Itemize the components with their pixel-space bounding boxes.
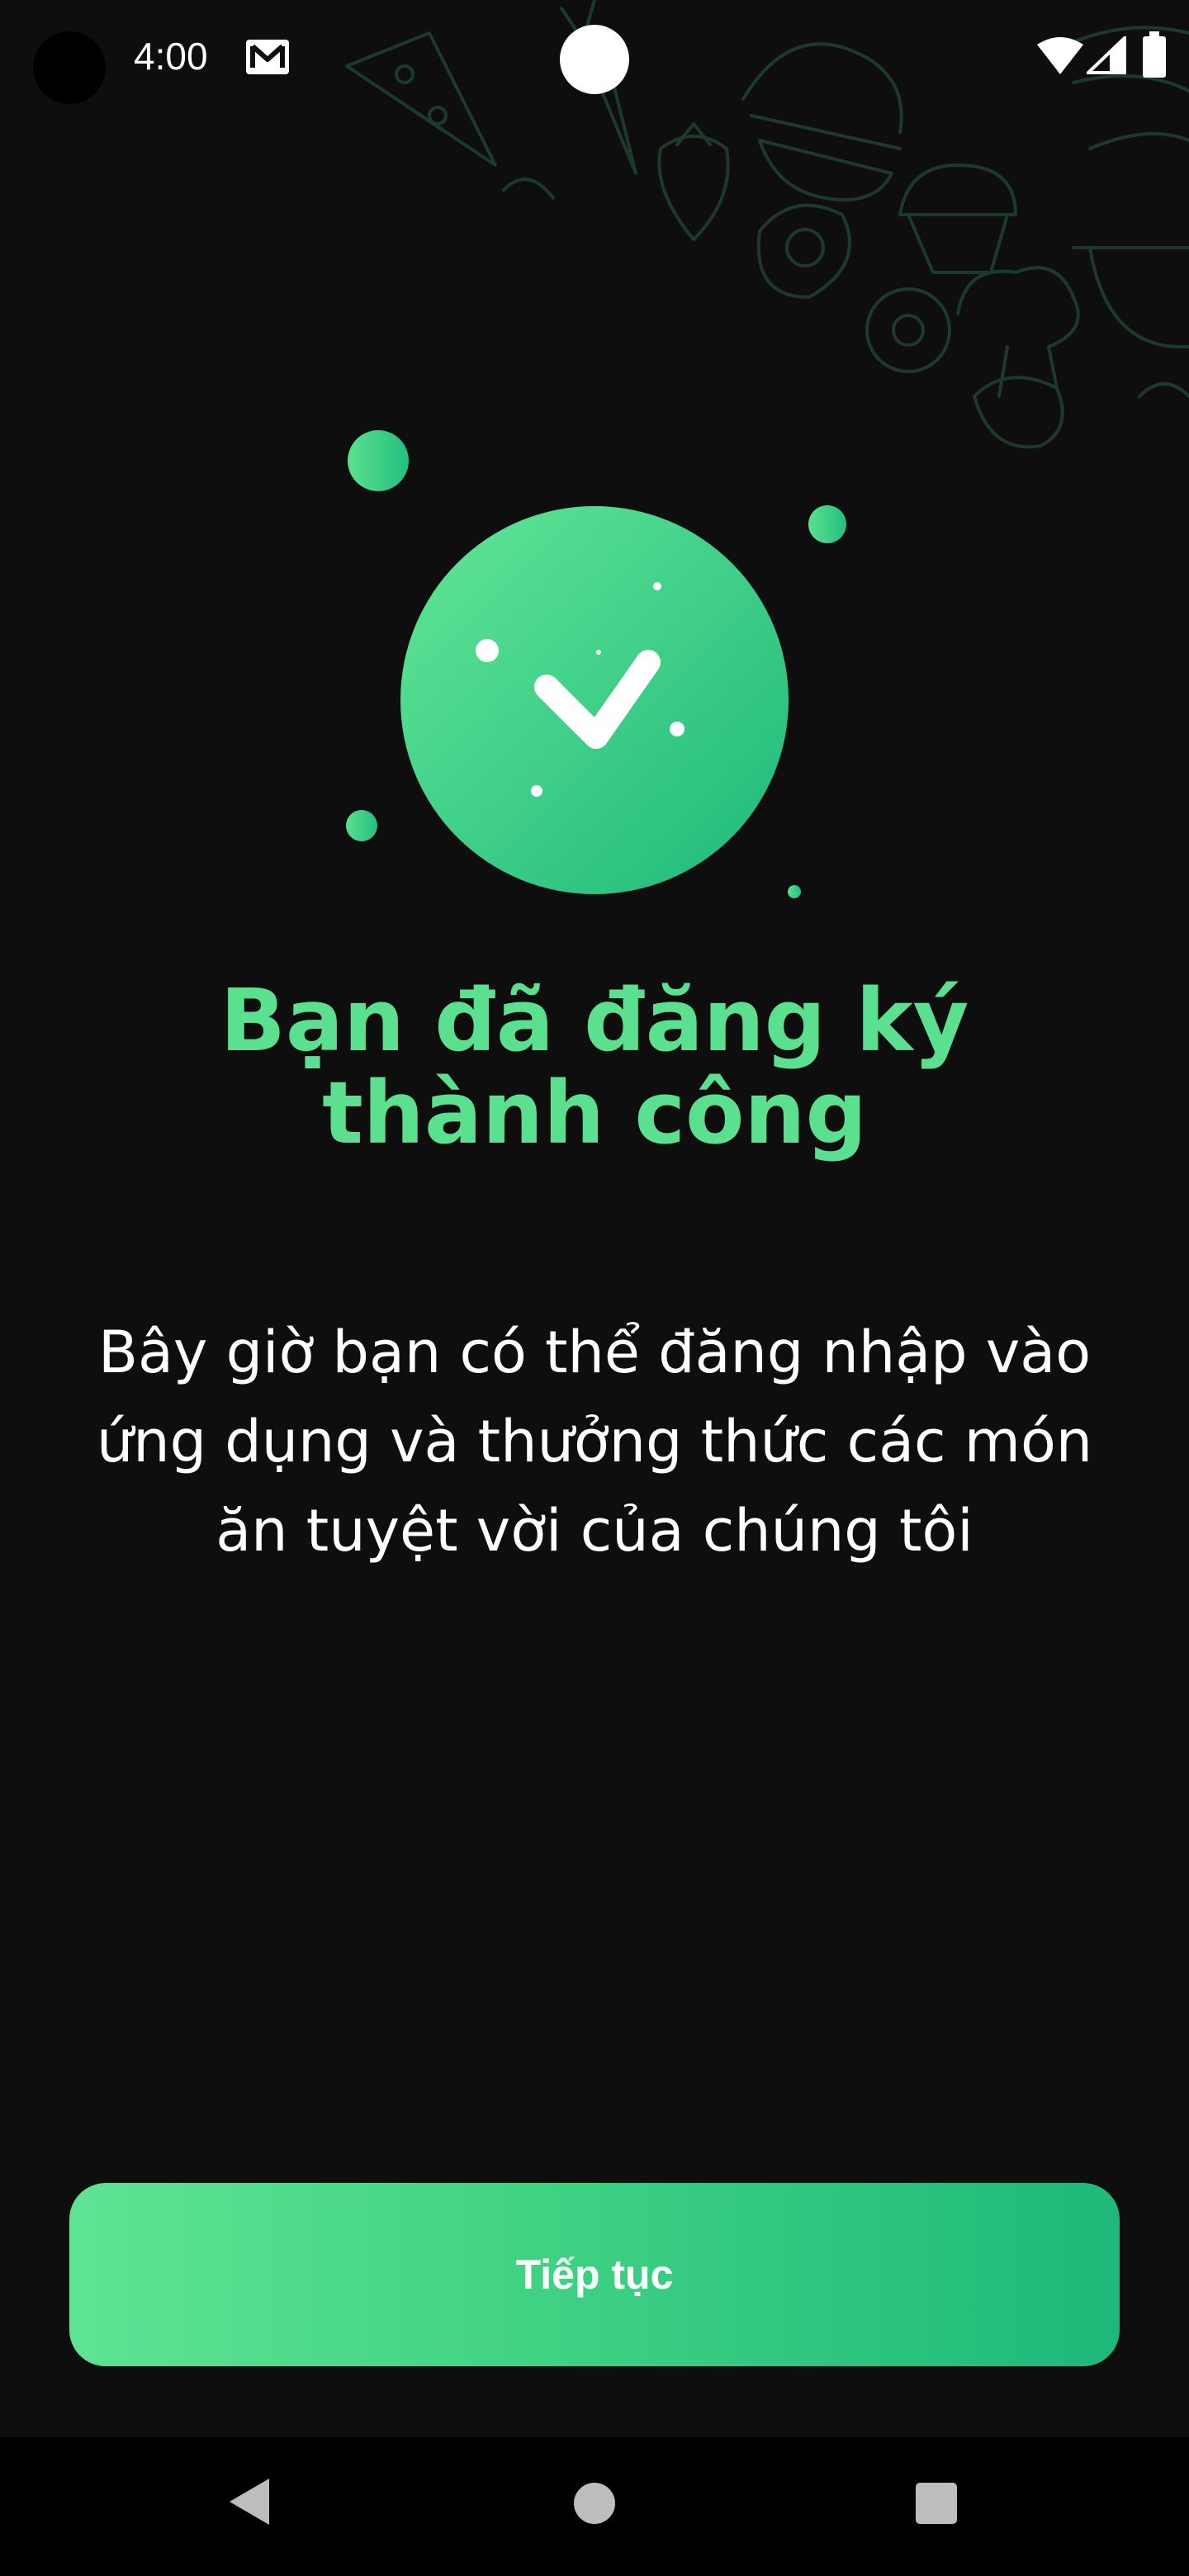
recents-icon[interactable] bbox=[915, 2482, 958, 2525]
success-message: Bây giờ bạn có thể đăng nhập vào ứng dụn… bbox=[33, 1308, 1156, 1575]
home-icon[interactable] bbox=[573, 2482, 616, 2525]
decorative-bubble bbox=[348, 430, 409, 491]
success-title-line: Bạn đã đăng ký bbox=[220, 970, 969, 1071]
success-illustration bbox=[346, 430, 846, 898]
battery-icon bbox=[1143, 31, 1166, 78]
cellular-signal-icon bbox=[1087, 36, 1126, 74]
gmail-icon bbox=[246, 40, 289, 74]
success-message-line: Bây giờ bạn có thể đăng nhập vào bbox=[97, 1319, 1092, 1386]
wifi-icon bbox=[1037, 37, 1083, 74]
back-icon[interactable] bbox=[225, 2475, 274, 2528]
success-title-line: thành công bbox=[322, 1063, 867, 1163]
success-message-line: ứng dụng và thưởng thức các món bbox=[96, 1408, 1093, 1475]
decorative-bubble bbox=[788, 885, 801, 898]
front-camera-cutout bbox=[33, 31, 106, 104]
decorative-bubble bbox=[346, 810, 377, 841]
status-indicator-dot bbox=[560, 25, 629, 94]
success-title: Bạn đã đăng ký thành công bbox=[99, 974, 1090, 1159]
status-bar: 4:00 bbox=[0, 0, 1189, 116]
continue-button[interactable]: Tiếp tục bbox=[69, 2183, 1120, 2366]
status-time: 4:00 bbox=[134, 35, 208, 78]
success-message-line: ăn tuyệt vời của chúng tôi bbox=[216, 1497, 973, 1565]
success-circle bbox=[400, 506, 789, 894]
decorative-bubble bbox=[808, 505, 846, 543]
registration-success-screen: 4:00 Bạn đã đăng ký thành công Bây giờ b… bbox=[0, 0, 1189, 2576]
